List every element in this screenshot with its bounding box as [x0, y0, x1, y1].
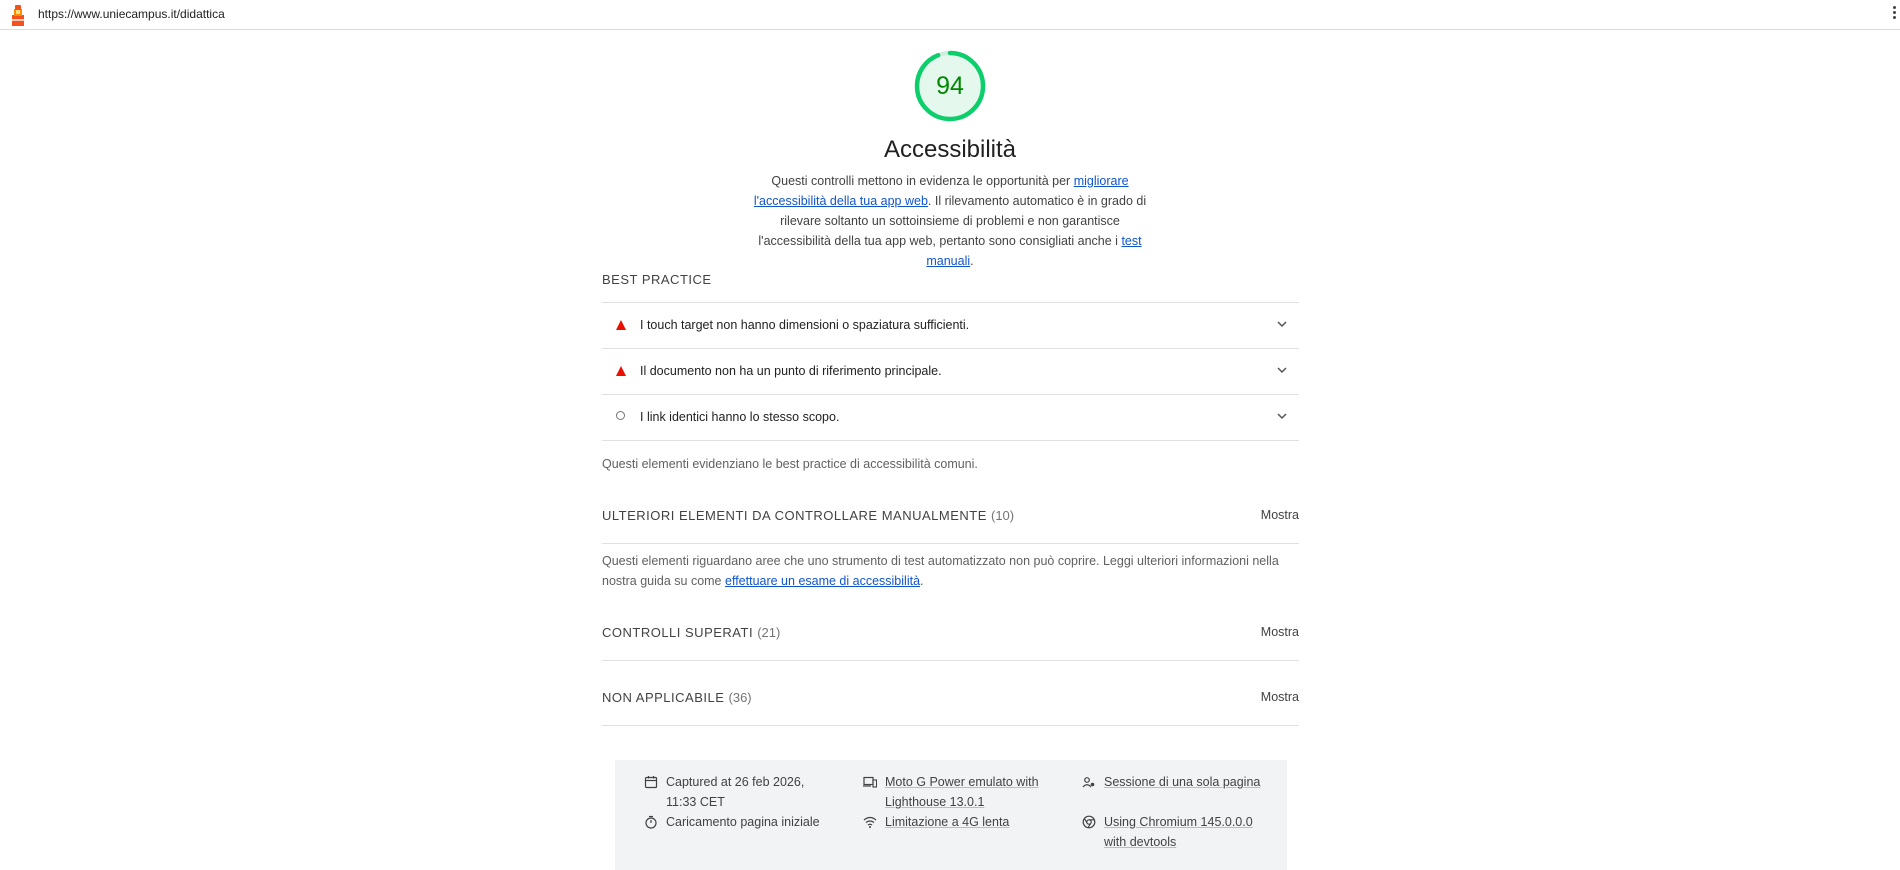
audit-identical-links[interactable]: I link identici hanno lo stesso scopo.: [602, 395, 1299, 441]
manual-checks-count: (10): [991, 508, 1015, 523]
people-icon: [1082, 777, 1095, 788]
chevron-down-icon[interactable]: [1275, 363, 1289, 377]
throttling-info: Limitazione a 4G lenta: [863, 812, 1043, 832]
session-info: Sessione di una sola pagina: [1082, 772, 1272, 792]
not-applicable-title: NON APPLICABILE: [602, 690, 725, 705]
devices-icon: [863, 776, 877, 788]
warning-triangle-icon: [616, 366, 626, 376]
not-applicable-count: (36): [728, 690, 752, 705]
audit-touch-targets[interactable]: I touch target non hanno dimensioni o sp…: [602, 303, 1299, 349]
chrome-icon: [1082, 815, 1096, 829]
accessibility-review-link[interactable]: effettuare un esame di accessibilità: [725, 574, 920, 588]
category-description: Questi controlli mettono in evidenza le …: [753, 174, 1147, 268]
manual-checks-description: Questi elementi riguardano aree che uno …: [602, 554, 1279, 588]
device-info: Moto G Power emulato with Lighthouse 13.…: [863, 772, 1043, 812]
top-bar: https://www.uniecampus.it/didattica: [0, 0, 1900, 30]
browser-info: Using Chromium 145.0.0.0 with devtools: [1082, 812, 1272, 852]
show-manual-button[interactable]: Mostra: [1261, 508, 1299, 522]
chevron-down-icon[interactable]: [1275, 409, 1289, 423]
warning-triangle-icon: [616, 320, 626, 330]
category-title: Accessibilità: [883, 136, 1017, 163]
chevron-down-icon[interactable]: [1275, 317, 1289, 331]
wifi-icon: [863, 816, 877, 828]
score-gauge: 94: [914, 50, 986, 122]
best-practice-description: Questi elementi evidenziano le best prac…: [602, 457, 978, 471]
circle-icon: [616, 411, 625, 420]
captured-info: Captured at 26 feb 2026, 11:33 CET: [644, 772, 824, 812]
audit-main-landmark[interactable]: Il documento non ha un punto di riferime…: [602, 349, 1299, 395]
runtime-settings-footer: Captured at 26 feb 2026, 11:33 CET Caric…: [615, 760, 1287, 870]
url-text: https://www.uniecampus.it/didattica: [38, 7, 225, 21]
manual-checks-group[interactable]: ULTERIORI ELEMENTI DA CONTROLLARE MANUAL…: [602, 503, 1299, 544]
kebab-menu-icon[interactable]: [1890, 4, 1898, 24]
load-info: Caricamento pagina iniziale: [644, 812, 824, 832]
stopwatch-icon: [645, 815, 657, 829]
best-practice-title: BEST PRACTICE: [602, 272, 712, 287]
score-value: 94: [936, 72, 964, 100]
passed-audits-group[interactable]: CONTROLLI SUPERATI (21) Mostra: [602, 620, 1299, 661]
passed-audits-count: (21): [757, 625, 781, 640]
lighthouse-icon: [8, 4, 28, 26]
passed-audits-title: CONTROLLI SUPERATI: [602, 625, 754, 640]
show-passed-button[interactable]: Mostra: [1261, 625, 1299, 639]
manual-checks-title: ULTERIORI ELEMENTI DA CONTROLLARE MANUAL…: [602, 508, 987, 523]
calendar-icon: [644, 776, 658, 789]
not-applicable-group[interactable]: NON APPLICABILE (36) Mostra: [602, 685, 1299, 726]
show-not-applicable-button[interactable]: Mostra: [1261, 690, 1299, 704]
audit-list: I touch target non hanno dimensioni o sp…: [602, 302, 1299, 441]
